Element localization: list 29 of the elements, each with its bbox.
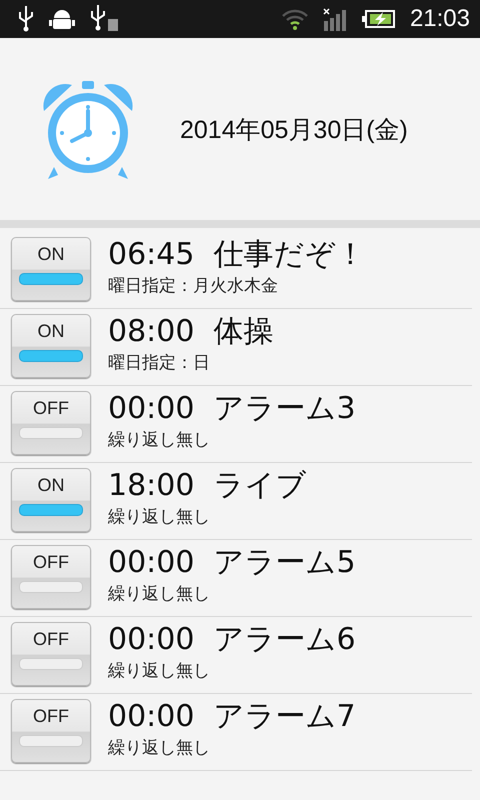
alarm-toggle[interactable]: ON [11,468,91,532]
alarm-toggle[interactable]: OFF [11,391,91,455]
android-icon [48,7,76,31]
alarm-title: 00:00 アラーム5 [108,545,356,581]
usb-storage-icon [90,5,120,33]
alarm-repeat: 繰り返し無し [108,429,211,451]
alarm-repeat: 繰り返し無し [108,660,211,682]
alarm-repeat: 繰り返し無し [108,583,211,605]
alarm-repeat: 繰り返し無し [108,506,211,528]
alarm-title: 08:00 体操 [108,314,274,350]
alarm-toggle[interactable]: ON [11,314,91,378]
alarm-toggle[interactable]: OFF [11,622,91,686]
alarm-toggle[interactable]: OFF [11,699,91,763]
alarm-title: 00:00 アラーム6 [108,622,356,658]
alarm-repeat: 繰り返し無し [108,737,211,759]
alarm-title: 00:00 アラーム7 [108,699,356,735]
alarm-toggle[interactable]: OFF [11,545,91,609]
alarm-repeat: 曜日指定：月火水木金 [108,275,279,297]
signal-icon [322,7,348,31]
alarm-repeat: 曜日指定：日 [108,352,211,374]
alarm-toggle[interactable]: ON [11,237,91,301]
alarm-title: 18:00 ライブ [108,468,307,504]
battery-charging-icon [362,9,396,29]
usb-icon [18,6,34,32]
alarm-title: 06:45 仕事だぞ！ [108,237,366,273]
wifi-icon [282,8,308,30]
date-text: 2014年05月30日(金) [180,114,408,146]
status-time: 21:03 [410,5,470,33]
alarm-title: 00:00 アラーム3 [108,391,356,427]
